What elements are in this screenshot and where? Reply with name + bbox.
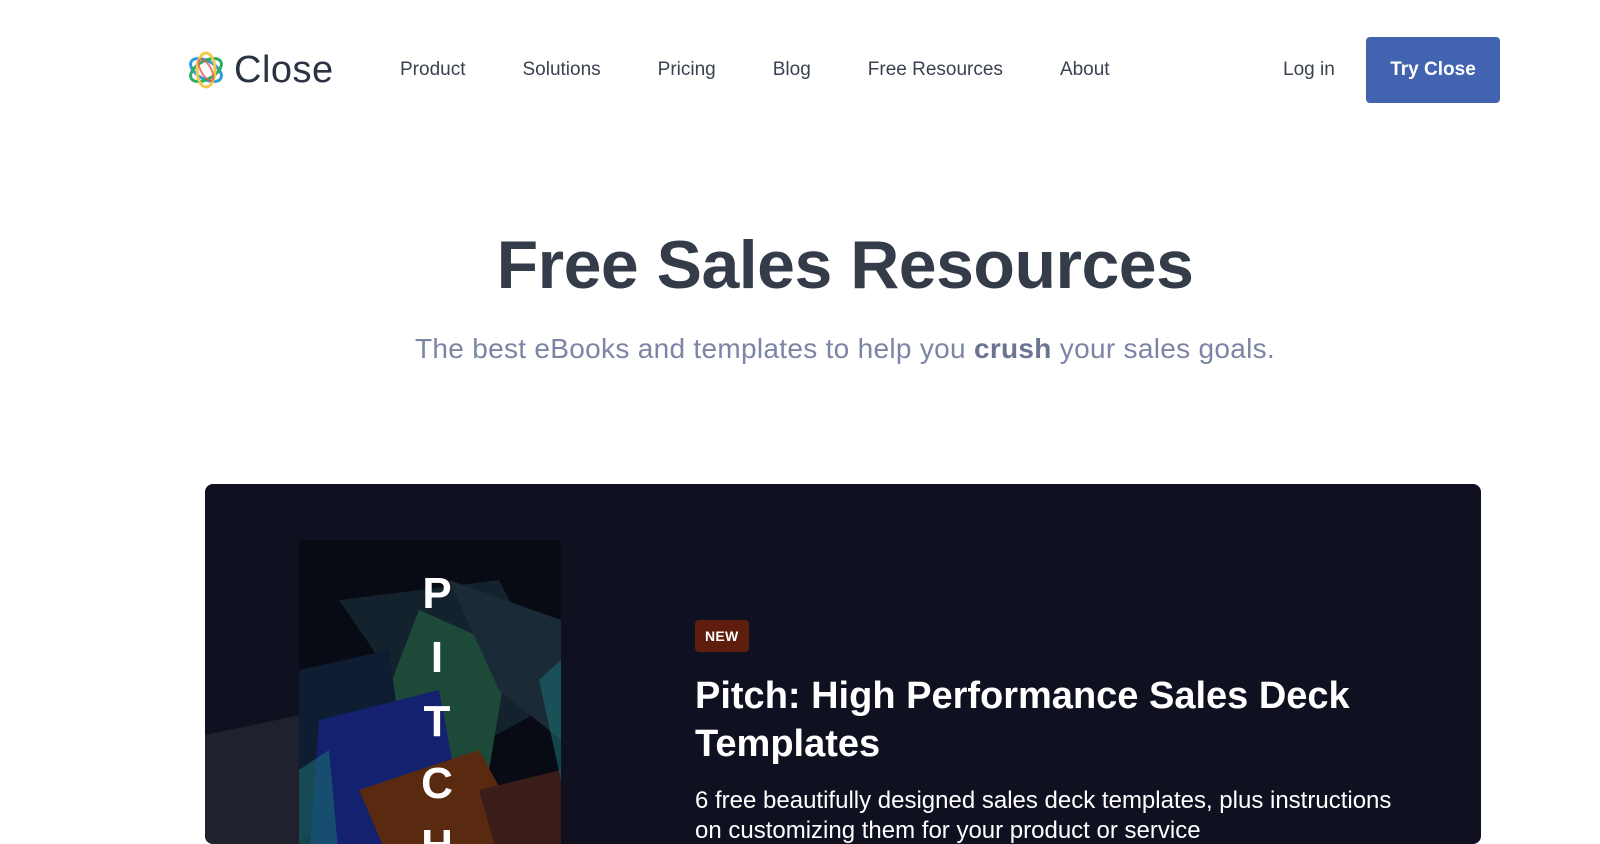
cover-letter: H — [417, 824, 457, 844]
logo-wordmark: Close — [234, 48, 334, 91]
cover-letter: C — [421, 759, 453, 808]
subtitle-text-end: your sales goals. — [1051, 333, 1275, 364]
nav-item-solutions[interactable]: Solutions — [522, 58, 600, 82]
new-badge: NEW — [695, 620, 749, 652]
cover-letter: T — [423, 697, 451, 746]
nav-item-product[interactable]: Product — [400, 58, 465, 82]
ebook-cover-image[interactable]: P I T C H — [299, 540, 561, 844]
featured-title[interactable]: Pitch: High Performance Sales Deck Templ… — [695, 672, 1415, 768]
nav-item-about[interactable]: About — [1060, 58, 1110, 82]
page-title: Free Sales Resources — [496, 227, 1194, 303]
nav-item-free-resources[interactable]: Free Resources — [868, 58, 1003, 82]
featured-description: 6 free beautifully designed sales deck t… — [695, 787, 1392, 844]
subtitle-emphasis: crush — [973, 333, 1052, 364]
cover-letter: I — [430, 633, 444, 682]
main-nav: Product Solutions Pricing Blog Free Reso… — [400, 58, 1167, 82]
close-logo-icon — [189, 51, 223, 89]
cover-letter: P — [422, 569, 452, 618]
logo-link[interactable]: Close — [186, 48, 334, 92]
decorative-shape — [205, 714, 305, 844]
nav-item-pricing[interactable]: Pricing — [658, 58, 716, 82]
login-link[interactable]: Log in — [1283, 58, 1335, 82]
page-subtitle: The best eBooks and templates to help yo… — [0, 333, 1600, 365]
site-header: Close Product Solutions Pricing Blog Fre… — [0, 0, 1600, 140]
featured-resource-card[interactable]: P I T C H NEW Pitch: High Performance Sa… — [205, 484, 1481, 844]
nav-item-blog[interactable]: Blog — [773, 58, 811, 82]
subtitle-text-start: The best eBooks and templates to help yo… — [415, 333, 974, 364]
try-close-button[interactable]: Try Close — [1366, 37, 1500, 103]
